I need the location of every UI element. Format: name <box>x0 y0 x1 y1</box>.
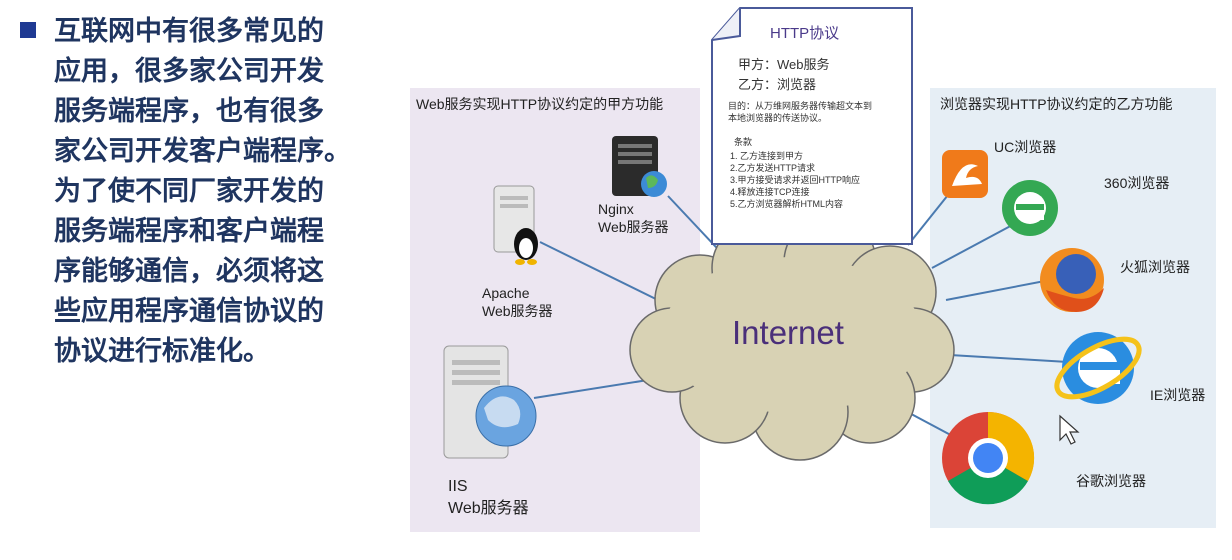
line-360 <box>931 221 1019 269</box>
iis-server-icon <box>443 345 537 459</box>
note-party-a: 甲方：Web服务 <box>738 57 830 72</box>
uc-browser-label: UC浏览器 <box>994 139 1057 155</box>
line-ie <box>949 354 1069 363</box>
ie-label: IE浏览器 <box>1150 387 1206 403</box>
note-party-b: 乙方：浏览器 <box>738 77 817 92</box>
firefox-label: 火狐浏览器 <box>1120 259 1190 275</box>
iis-label: IIS Web服务器 <box>448 478 529 517</box>
nginx-label: Nginx Web服务器 <box>598 201 669 235</box>
line-iis <box>533 379 649 399</box>
note-title: HTTP协议 <box>770 25 840 42</box>
apache-server-icon <box>493 185 538 265</box>
mouse-cursor-icon <box>1059 414 1080 445</box>
internet-label: Internet <box>732 314 844 351</box>
apache-label: Apache Web服务器 <box>482 285 553 319</box>
360-browser-label: 360浏览器 <box>1104 175 1170 191</box>
360-browser-icon <box>1002 180 1058 236</box>
uc-browser-icon <box>942 150 988 198</box>
chrome-label: 谷歌浏览器 <box>1076 473 1146 489</box>
nginx-server-icon <box>612 136 667 197</box>
note-terms-title: 条款 <box>734 137 753 147</box>
note-terms: 1. 乙方连接到甲方 2.乙方发送HTTP请求 3.甲方接受请求并返回HTTP响… <box>730 151 861 209</box>
line-apache <box>539 241 669 306</box>
line-firefox <box>945 279 1051 301</box>
browser-side-caption: 浏览器实现HTTP协议约定的乙方功能 <box>940 96 1173 112</box>
diagram-canvas <box>443 7 1142 505</box>
chrome-icon <box>942 411 1035 505</box>
ie-icon <box>1054 332 1142 404</box>
server-side-caption: Web服务实现HTTP协议约定的甲方功能 <box>416 96 664 112</box>
firefox-icon <box>1040 248 1104 312</box>
note-purpose: 目的：从万维网服务器传输超文本到 本地浏览器的传送协议。 <box>728 101 873 123</box>
